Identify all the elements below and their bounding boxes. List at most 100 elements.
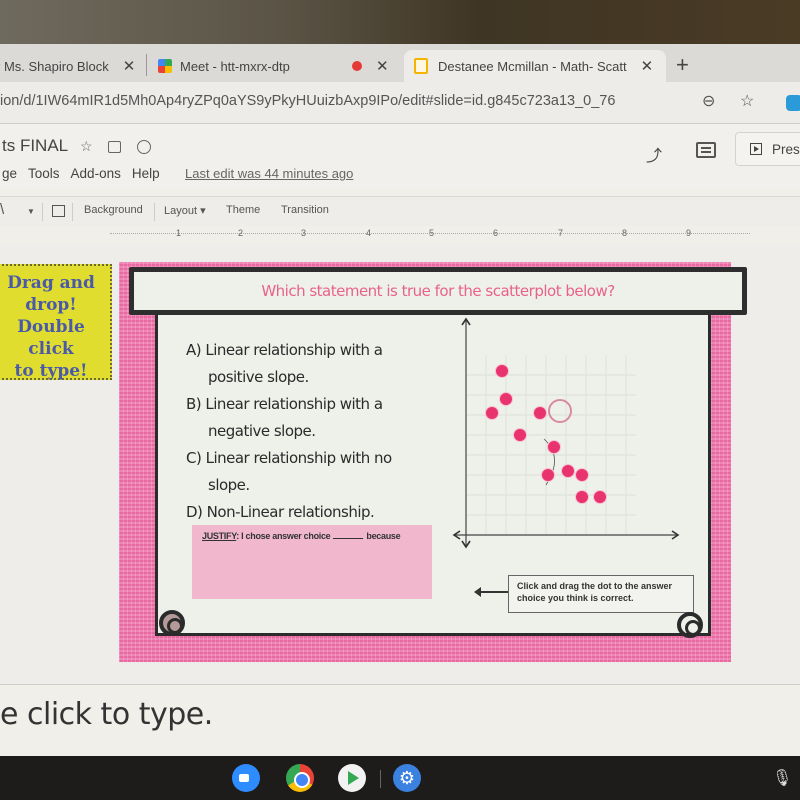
menu-tools[interactable]: Tools bbox=[28, 166, 60, 181]
microphone-icon[interactable]: 🎙 bbox=[772, 768, 792, 788]
zoom-out-icon[interactable]: ⊖ bbox=[702, 91, 715, 111]
data-point bbox=[541, 468, 555, 482]
swirl-ornament-icon bbox=[159, 610, 185, 636]
data-point bbox=[499, 392, 513, 406]
slide[interactable]: A) Linear relationship with a positive s… bbox=[119, 262, 747, 662]
address-bar: ion/d/1IW64mIR1d5Mh0Ap4ryZPq0aYS9yPkyHUu… bbox=[0, 82, 800, 124]
google-slides-icon bbox=[414, 58, 428, 74]
present-button[interactable]: Pres bbox=[735, 132, 800, 166]
menu-arrange[interactable]: ge bbox=[2, 166, 17, 181]
transition-button[interactable]: Transition bbox=[281, 204, 329, 216]
url-input[interactable]: ion/d/1IW64mIR1d5Mh0Ap4ryZPq0aYS9yPkyHUu… bbox=[0, 93, 615, 109]
data-point bbox=[547, 440, 561, 454]
data-point bbox=[561, 464, 575, 478]
menu-bar: ge Tools Add-ons Help bbox=[2, 166, 160, 181]
tab-separator bbox=[146, 54, 147, 76]
sticky-line: drop! bbox=[25, 295, 77, 315]
close-icon[interactable]: ✕ bbox=[641, 57, 654, 75]
justify-textbox[interactable]: JUSTIFY: I chose answer choice because bbox=[192, 525, 432, 599]
close-icon[interactable]: ✕ bbox=[376, 57, 389, 75]
os-shelf: ⚙ 🎙 bbox=[0, 756, 800, 800]
google-meet-icon bbox=[158, 59, 172, 73]
chrome-app-icon[interactable] bbox=[286, 764, 314, 792]
line-tool-icon[interactable]: \ bbox=[0, 201, 4, 218]
comments-icon[interactable] bbox=[696, 142, 716, 158]
bookmark-star-icon[interactable]: ☆ bbox=[740, 91, 754, 111]
layout-dropdown[interactable]: Layout ▾ bbox=[164, 204, 206, 217]
tab-label: Meet - htt-mxrx-dtp bbox=[180, 58, 290, 74]
data-point bbox=[533, 406, 547, 420]
option-text: B) Linear relationship with a bbox=[186, 395, 383, 413]
background-button[interactable]: Background bbox=[84, 204, 143, 216]
zoom-app-icon[interactable] bbox=[232, 764, 260, 792]
monitor-bezel bbox=[0, 0, 800, 44]
option-text: positive slope. bbox=[208, 368, 309, 386]
recording-icon bbox=[352, 61, 362, 71]
extension-icon[interactable] bbox=[786, 95, 800, 111]
close-icon[interactable]: ✕ bbox=[123, 57, 136, 75]
data-point bbox=[575, 468, 589, 482]
screen: r Ms. Shapiro Block ✕ Meet - htt-mxrx-dt… bbox=[0, 44, 800, 756]
speaker-notes[interactable]: e click to type. bbox=[0, 684, 800, 756]
question-text: Which statement is true for the scatterp… bbox=[261, 282, 615, 300]
menu-add-ons[interactable]: Add-ons bbox=[71, 166, 121, 181]
slide-canvas: Drag and drop! Double click to type! A) … bbox=[0, 244, 800, 684]
tab-meet[interactable]: Meet - htt-mxrx-dtp bbox=[158, 50, 348, 82]
tab-slides-active[interactable]: Destanee Mcmillan - Math- Scatt ✕ bbox=[404, 50, 666, 82]
justify-text: : I chose answer choice bbox=[236, 531, 331, 541]
justify-text-after: because bbox=[366, 531, 401, 541]
ruler-mark: 2 bbox=[238, 228, 244, 238]
tab-recording[interactable]: ✕ bbox=[352, 50, 412, 82]
play-store-icon[interactable] bbox=[338, 764, 366, 792]
ruler-mark: 8 bbox=[622, 228, 628, 238]
cloud-status-icon[interactable] bbox=[137, 140, 151, 154]
drag-instruction-box: Click and drag the dot to the answer cho… bbox=[508, 575, 694, 613]
ruler-mark: 6 bbox=[493, 228, 499, 238]
activity-trend-icon[interactable]: ⤴ bbox=[646, 142, 662, 166]
tab-strip: r Ms. Shapiro Block ✕ Meet - htt-mxrx-dt… bbox=[0, 44, 800, 82]
option-text: slope. bbox=[208, 476, 250, 494]
new-tab-button[interactable]: + bbox=[676, 52, 689, 78]
star-icon[interactable]: ☆ bbox=[80, 138, 93, 155]
tab-label: Destanee Mcmillan - Math- Scatt bbox=[438, 58, 627, 74]
theme-button[interactable]: Theme bbox=[226, 204, 260, 216]
answer-blank bbox=[333, 538, 364, 539]
slides-header: ts FINAL ☆ ge Tools Add-ons Help Last ed… bbox=[0, 124, 800, 188]
add-comment-icon[interactable] bbox=[52, 205, 65, 217]
draggable-dot[interactable] bbox=[548, 399, 572, 423]
arrow-left-icon bbox=[474, 587, 508, 597]
tab-shapiro-block[interactable]: r Ms. Shapiro Block ✕ bbox=[0, 50, 146, 82]
answer-options: A) Linear relationship with a positive s… bbox=[186, 337, 416, 526]
last-edit-link[interactable]: Last edit was 44 minutes ago bbox=[185, 166, 353, 181]
sticky-note-instructions[interactable]: Drag and drop! Double click to type! bbox=[0, 264, 112, 381]
settings-gear-icon[interactable]: ⚙ bbox=[393, 764, 421, 792]
option-b: B) Linear relationship with a negative s… bbox=[186, 391, 416, 445]
toolbar-divider bbox=[72, 203, 73, 221]
question-banner: Which statement is true for the scatterp… bbox=[129, 267, 747, 315]
sticky-line: Double click bbox=[17, 317, 85, 359]
toolbar-divider bbox=[154, 203, 155, 221]
move-to-folder-icon[interactable] bbox=[108, 141, 121, 153]
chevron-down-icon[interactable]: ▼ bbox=[27, 207, 35, 216]
present-label: Pres bbox=[772, 141, 800, 157]
sticky-line: Drag and bbox=[7, 273, 95, 293]
ruler-mark: 1 bbox=[176, 228, 182, 238]
ruler-mark: 7 bbox=[558, 228, 564, 238]
ruler-mark: 5 bbox=[429, 228, 435, 238]
option-text: A) Linear relationship with a bbox=[186, 341, 383, 359]
document-title[interactable]: ts FINAL bbox=[2, 136, 68, 156]
menu-help[interactable]: Help bbox=[132, 166, 160, 181]
ruler-mark: 9 bbox=[686, 228, 692, 238]
option-a: A) Linear relationship with a positive s… bbox=[186, 337, 416, 391]
toolbar-divider bbox=[42, 203, 43, 221]
data-point bbox=[485, 406, 499, 420]
speaker-notes-text[interactable]: e click to type. bbox=[0, 697, 213, 732]
justify-label: JUSTIFY bbox=[202, 531, 237, 541]
option-d: D) Non-Linear relationship. bbox=[186, 499, 416, 526]
option-text: D) Non-Linear relationship. bbox=[186, 503, 375, 521]
option-text: C) Linear relationship with no bbox=[186, 449, 392, 467]
ruler-mark: 4 bbox=[366, 228, 372, 238]
scatterplot bbox=[452, 317, 680, 549]
data-point bbox=[593, 490, 607, 504]
shelf-divider bbox=[380, 770, 381, 788]
